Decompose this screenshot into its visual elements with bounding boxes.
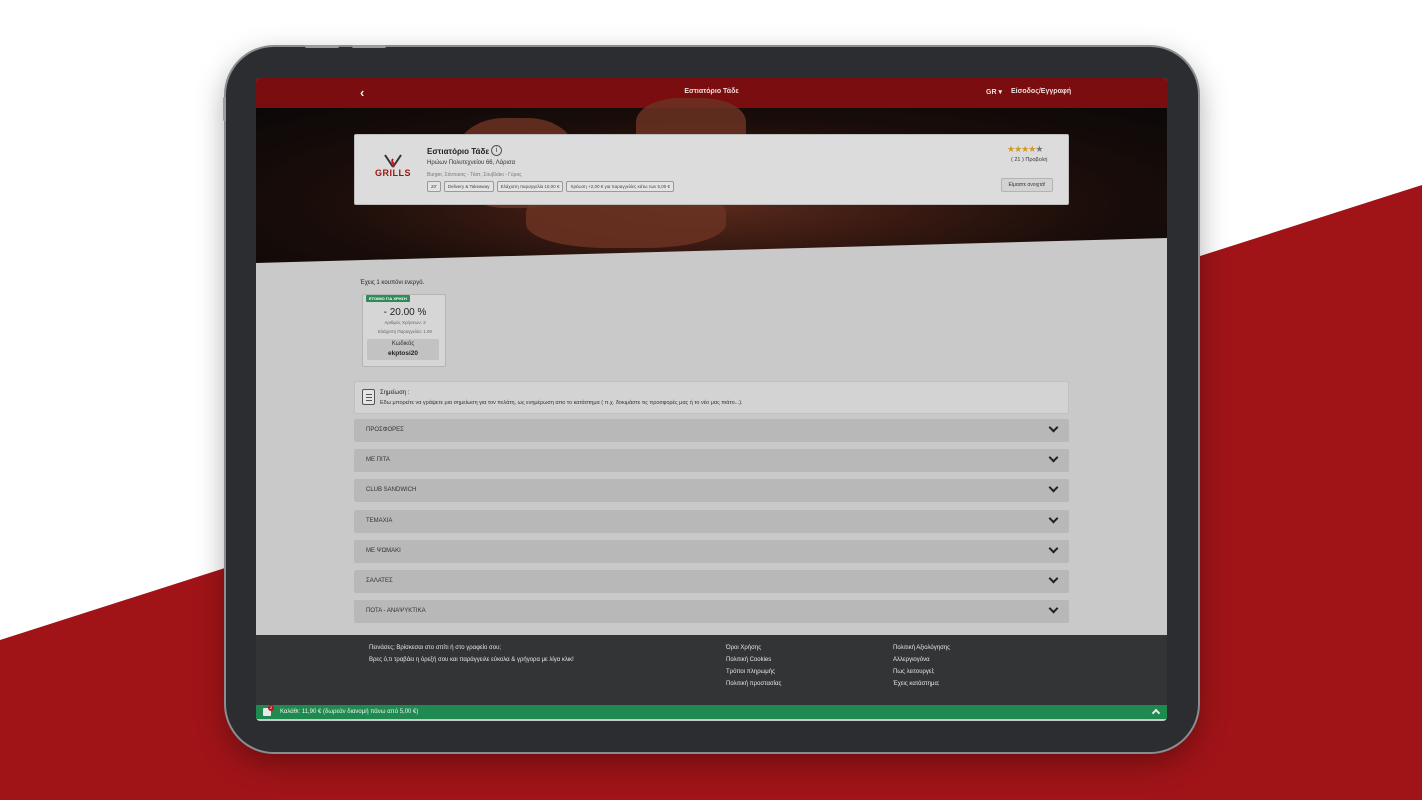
coupon-code: ekptosi20: [388, 350, 418, 357]
small-order-fee-tag: Χρέωση +2,00 € για παραγγελίες κάτω των …: [566, 181, 675, 192]
note-title: Σημείωση :: [380, 390, 410, 396]
footer-link-payment[interactable]: Τρόποι πληρωμής: [726, 669, 781, 675]
footer-tagline: Βρες ό,τι τραβάει η όρεξή σου και παράγγ…: [369, 657, 574, 663]
rating-stars: ★★★★★: [1007, 144, 1043, 155]
footer: Πεινάσες; Βρίσκεσαι στο σπίτι ή στο γραφ…: [256, 635, 1167, 705]
store-note: Σημείωση : Εδω μπορείτε να γράψετε μια σ…: [354, 381, 1069, 414]
star-empty-icon: ★: [1035, 144, 1043, 154]
footer-link-have-store[interactable]: Έχεις κατάστημα;: [893, 681, 950, 687]
chevron-down-icon: [1048, 452, 1059, 463]
footer-links-col2: Πολιτική Αξιολόγησης Αλλεργιογόνα Πως λε…: [893, 645, 950, 687]
category-label: ΠΡΟΣΦΟΡΕΣ: [366, 427, 404, 433]
coupon-code-label: Κωδικός: [391, 341, 415, 347]
category-salads[interactable]: ΣΑΛΑΤΕΣ: [354, 570, 1069, 593]
category-label: CLUB SANDWICH: [366, 487, 417, 493]
cart-summary: Καλάθι: 11,90 € (δωρεάν διανομή πάνω από…: [280, 709, 419, 715]
category-drinks[interactable]: ΠΟΤΑ - ΑΝΑΨΥΚΤΙΚΑ: [354, 600, 1069, 623]
category-label: ΤΕΜΑΧΙΑ: [366, 518, 393, 524]
footer-link-cookies[interactable]: Πολιτική Cookies: [726, 657, 781, 663]
restaurant-categories: Burger, Σάντουιτς - Τόστ, Σουβλάκι - Γύρ…: [427, 172, 522, 178]
footer-link-allergens[interactable]: Αλλεργιογόνα: [893, 657, 950, 663]
chevron-down-icon: [1048, 573, 1059, 584]
restaurant-tags: 20' Delivery & Takeaway Ελάχιστη παραγγε…: [427, 181, 675, 192]
chevron-down-icon: [1048, 543, 1059, 554]
tablet-button: [305, 45, 339, 48]
logo-text: GRILLS: [375, 168, 411, 178]
coupon-heading: Έχεις 1 κουπόνι ενεργό.: [360, 280, 425, 286]
chevron-down-icon: [1048, 513, 1059, 524]
coupon-code-box: Κωδικός ekptosi20: [367, 339, 439, 360]
reviews-link[interactable]: ( 21 ) Προβολή: [1011, 157, 1047, 163]
tablet-button: [223, 97, 226, 121]
coupon-discount: - 20.00 %: [383, 307, 427, 318]
info-icon[interactable]: i: [491, 145, 502, 156]
tablet-button: [352, 45, 386, 48]
language-selector[interactable]: GR ▾: [986, 88, 1002, 96]
note-icon: [362, 389, 375, 405]
restaurant-card: GRILLS Εστιατόριο Τάδε i Ηρώων Πολυτεχνε…: [354, 134, 1069, 205]
coupon-min-order: Ελάχιστη Παραγγελία: 1.00: [377, 329, 433, 334]
restaurant-logo: GRILLS: [373, 153, 413, 187]
cart-bar[interactable]: 2 Καλάθι: 11,90 € (δωρεάν διανομή πάνω α…: [256, 705, 1167, 719]
chevron-up-icon[interactable]: [1151, 708, 1161, 718]
footer-link-how-it-works[interactable]: Πως λειτουργεί;: [893, 669, 950, 675]
restaurant-name: Εστιατόριο Τάδε: [427, 147, 490, 156]
note-text: Εδω μπορείτε να γράψετε μια σημείωση για…: [380, 400, 743, 406]
footer-link-terms[interactable]: Όροι Χρήσης: [726, 645, 781, 651]
category-label: ΠΟΤΑ - ΑΝΑΨΥΚΤΙΚΑ: [366, 608, 426, 614]
login-link[interactable]: Είσοδος/Εγγραφή: [1011, 88, 1071, 95]
category-label: ΣΑΛΑΤΕΣ: [366, 578, 393, 584]
footer-link-review-policy[interactable]: Πολιτική Αξιολόγησης: [893, 645, 950, 651]
open-status-button[interactable]: Είμαστε ανοιχτά!: [1001, 178, 1053, 192]
chevron-down-icon: [1048, 603, 1059, 614]
category-club-sandwich[interactable]: CLUB SANDWICH: [354, 479, 1069, 502]
coupon-status-badge: ΕΤΟΙΜΟ ΓΙΑ ΧΡΗΣΗ: [366, 295, 410, 302]
delivery-type-tag: Delivery & Takeaway: [443, 181, 494, 192]
coupon-uses: Αριθμός Χρήσεων: 3: [384, 320, 426, 325]
category-label: ΜΕ ΠΙΤΑ: [366, 457, 390, 463]
chevron-down-icon: [1048, 422, 1059, 433]
footer-tagline: Πεινάσες; Βρίσκεσαι στο σπίτι ή στο γραφ…: [369, 645, 502, 651]
cart-count-badge: 2: [268, 705, 274, 711]
restaurant-address: Ηρώων Πολυτεχνείου 66, Λάρισα: [427, 160, 516, 166]
chevron-down-icon: [1048, 482, 1059, 493]
category-pita[interactable]: ΜΕ ΠΙΤΑ: [354, 449, 1069, 472]
coupon-card[interactable]: ΕΤΟΙΜΟ ΓΙΑ ΧΡΗΣΗ - 20.00 % Αριθμός Χρήσε…: [362, 294, 446, 367]
category-label: ΜΕ ΨΩΜΑΚΙ: [366, 548, 401, 554]
category-bread[interactable]: ΜΕ ΨΩΜΑΚΙ: [354, 540, 1069, 563]
delivery-time-tag: 20': [427, 181, 441, 192]
minimum-order-tag: Ελάχιστη παραγγελία 10,00 €: [496, 181, 564, 192]
category-pieces[interactable]: ΤΕΜΑΧΙΑ: [354, 510, 1069, 533]
category-offers[interactable]: ΠΡΟΣΦΟΡΕΣ: [354, 419, 1069, 442]
app-screen: ‹ Εστιατόριο Τάδε GR ▾ Είσοδος/Εγγραφή G…: [256, 78, 1167, 721]
footer-link-privacy[interactable]: Πολιτική προστασίας: [726, 681, 781, 687]
footer-links-col1: Όροι Χρήσης Πολιτική Cookies Τρόποι πληρ…: [726, 645, 781, 687]
